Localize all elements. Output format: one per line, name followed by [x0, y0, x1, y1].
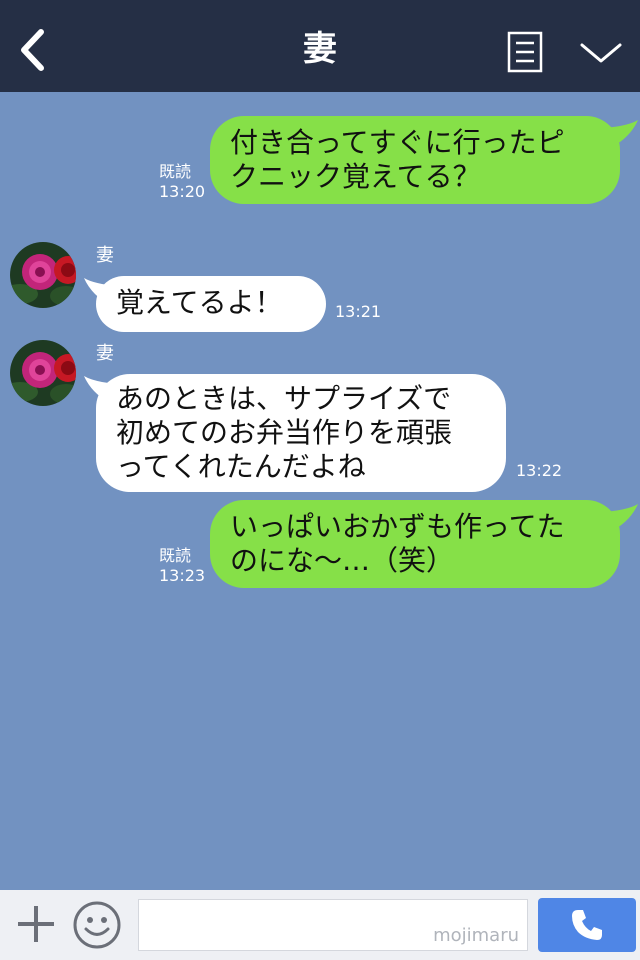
- call-button[interactable]: [538, 898, 636, 952]
- sender-name: 妻: [96, 343, 114, 364]
- message-input[interactable]: mojimaru: [138, 899, 528, 951]
- emoji-button[interactable]: [72, 900, 122, 950]
- message-time: 13:22: [516, 461, 563, 480]
- plus-icon: [18, 906, 54, 942]
- smiley-icon: [73, 901, 121, 949]
- read-label: 既読: [159, 162, 192, 181]
- message-time: 13:20: [159, 182, 206, 201]
- rose-avatar-image: [10, 242, 76, 308]
- read-receipt: 既読 13:20: [159, 162, 205, 202]
- message-bubble[interactable]: あのときは、サプライズで 初めてのお弁当作りを頑張 ってくれたんだよね: [96, 374, 506, 492]
- rose-avatar-image: [10, 340, 76, 406]
- input-bar: mojimaru: [0, 890, 640, 960]
- message-time: 13:23: [159, 566, 206, 585]
- message-bubble[interactable]: いっぱいおかずも作ってた のにな〜…（笑）: [210, 500, 620, 588]
- read-receipt: 既読 13:23: [159, 546, 205, 586]
- add-button[interactable]: [14, 902, 58, 946]
- avatar[interactable]: [10, 242, 76, 308]
- avatar[interactable]: [10, 340, 76, 406]
- chevron-down-icon: [580, 43, 622, 63]
- chat-header: 妻: [0, 0, 640, 92]
- note-icon: [507, 31, 543, 73]
- message-bubble[interactable]: 覚えてるよ！: [96, 276, 326, 332]
- message-bubble[interactable]: 付き合ってすぐに行ったピ クニック覚えてる？: [210, 116, 620, 204]
- read-label: 既読: [159, 546, 192, 565]
- phone-icon: [572, 910, 602, 940]
- note-button[interactable]: [505, 30, 545, 74]
- watermark-text: mojimaru: [433, 925, 519, 946]
- sender-name: 妻: [96, 245, 114, 266]
- menu-dropdown-button[interactable]: [576, 34, 626, 72]
- message-time: 13:21: [335, 302, 382, 321]
